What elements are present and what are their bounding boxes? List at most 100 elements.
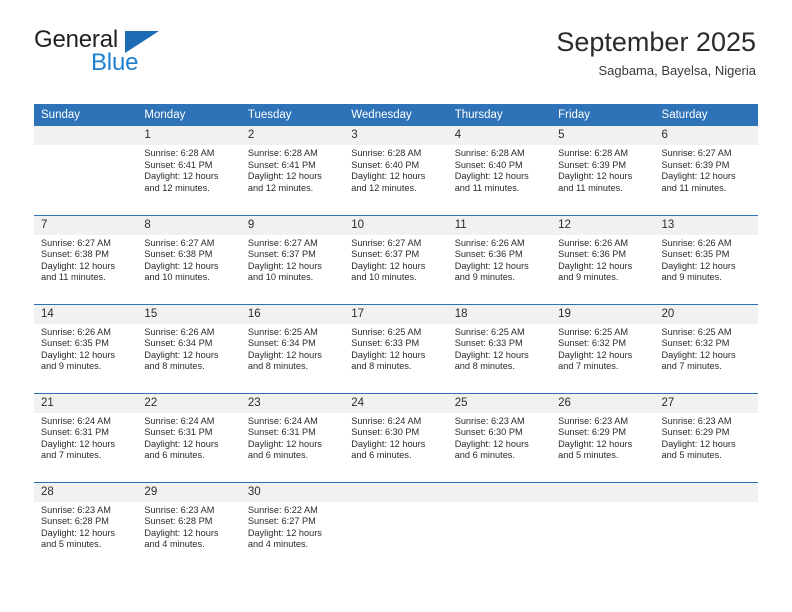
day-number: 18: [447, 304, 552, 324]
daylight-text: Daylight: 12 hours and 4 minutes.: [144, 527, 219, 550]
calendar-week-row: 7 Sunrise: 6:27 AM Sunset: 6:38 PM Daylight…: [34, 214, 758, 304]
calendar-day-cell[interactable]: 12 Sunrise: 6:26 AM Sunset: 6:36 PM Dayligh…: [551, 214, 655, 304]
day-details: Sunrise: 6:26 AM Sunset: 6:35 PM Daylight:…: [34, 324, 137, 373]
day-number: 11: [447, 215, 552, 235]
calendar-day-cell[interactable]: 5 Sunrise: 6:28 AM Sunset: 6:39 PM Daylight…: [551, 126, 655, 215]
day-details: Sunrise: 6:23 AM Sunset: 6:28 PM Daylight:…: [137, 502, 240, 551]
day-details: Sunrise: 6:24 AM Sunset: 6:31 PM Daylight:…: [241, 413, 344, 462]
day-details: Sunrise: 6:23 AM Sunset: 6:28 PM Daylight:…: [34, 502, 137, 551]
weekday-header-friday: Friday: [551, 104, 655, 126]
page-title: September 2025: [556, 27, 756, 57]
day-number: 26: [551, 393, 655, 413]
sunset-text: Sunset: 6:39 PM: [661, 159, 730, 170]
calendar-day-cell[interactable]: 30 Sunrise: 6:22 AM Sunset: 6:27 PM Dayligh…: [240, 481, 345, 571]
day-number: 20: [654, 304, 758, 324]
sunset-text: Sunset: 6:38 PM: [144, 249, 213, 260]
calendar-day-cell[interactable]: 9 Sunrise: 6:27 AM Sunset: 6:37 PM Daylight…: [240, 214, 345, 304]
daylight-text: Daylight: 12 hours and 9 minutes.: [41, 349, 116, 372]
calendar-day-cell[interactable]: 15 Sunrise: 6:26 AM Sunset: 6:34 PM Dayligh…: [137, 303, 241, 393]
day-number: 10: [344, 215, 448, 235]
day-number: 12: [551, 215, 655, 235]
calendar-day-cell[interactable]: 22 Sunrise: 6:24 AM Sunset: 6:31 PM Dayligh…: [137, 392, 241, 482]
daylight-text: Daylight: 12 hours and 6 minutes.: [351, 438, 426, 461]
day-details: Sunrise: 6:28 AM Sunset: 6:40 PM Daylight:…: [344, 145, 447, 194]
sunset-text: Sunset: 6:32 PM: [661, 338, 730, 349]
daylight-text: Daylight: 12 hours and 12 minutes.: [247, 171, 322, 193]
sunset-text: Sunset: 6:41 PM: [247, 159, 316, 170]
calendar-day-cell[interactable]: 23 Sunrise: 6:24 AM Sunset: 6:31 PM Dayligh…: [240, 392, 345, 482]
sunset-text: Sunset: 6:31 PM: [247, 427, 316, 438]
calendar-day-cell[interactable]: 8 Sunrise: 6:27 AM Sunset: 6:38 PM Daylight…: [137, 214, 241, 304]
day-number: [551, 482, 655, 502]
daylight-text: Daylight: 12 hours and 9 minutes.: [454, 260, 529, 283]
calendar-day-cell[interactable]: 2 Sunrise: 6:28 AM Sunset: 6:41 PM Daylight…: [240, 126, 345, 215]
calendar-day-cell[interactable]: 13 Sunrise: 6:26 AM Sunset: 6:35 PM Dayligh…: [654, 214, 758, 304]
calendar-day-cell[interactable]: 27 Sunrise: 6:23 AM Sunset: 6:29 PM Dayligh…: [654, 392, 758, 482]
calendar-day-cell[interactable]: 28 Sunrise: 6:23 AM Sunset: 6:28 PM Dayligh…: [34, 481, 138, 571]
daylight-text: Daylight: 12 hours and 11 minutes.: [41, 260, 116, 283]
day-number: 16: [240, 304, 345, 324]
sunset-text: Sunset: 6:40 PM: [351, 159, 420, 170]
daylight-text: Daylight: 12 hours and 10 minutes.: [144, 260, 219, 283]
daylight-text: Daylight: 12 hours and 7 minutes.: [41, 438, 116, 461]
day-number: 17: [344, 304, 448, 324]
calendar-day-cell[interactable]: 29 Sunrise: 6:23 AM Sunset: 6:28 PM Dayligh…: [137, 481, 241, 571]
calendar-day-cell[interactable]: 14 Sunrise: 6:26 AM Sunset: 6:35 PM Dayligh…: [34, 303, 138, 393]
daylight-text: Daylight: 12 hours and 8 minutes.: [454, 349, 529, 372]
day-details: Sunrise: 6:25 AM Sunset: 6:33 PM Daylight:…: [448, 324, 551, 373]
calendar-day-cell[interactable]: 21 Sunrise: 6:24 AM Sunset: 6:31 PM Dayligh…: [34, 392, 138, 482]
calendar-week-row: 21 Sunrise: 6:24 AM Sunset: 6:31 PM Dayligh…: [34, 392, 758, 482]
day-details: Sunrise: 6:26 AM Sunset: 6:36 PM Daylight:…: [448, 235, 551, 284]
day-number: [654, 482, 758, 502]
daylight-text: Daylight: 12 hours and 11 minutes.: [454, 171, 529, 193]
sunrise-text: Sunrise: 6:25 AM: [247, 326, 318, 337]
sunset-text: Sunset: 6:35 PM: [41, 338, 109, 349]
day-details: Sunrise: 6:23 AM Sunset: 6:30 PM Daylight:…: [448, 413, 551, 462]
calendar-day-cell-empty: [447, 481, 552, 571]
day-details: Sunrise: 6:24 AM Sunset: 6:31 PM Daylight:…: [137, 413, 240, 462]
sunrise-text: Sunrise: 6:27 AM: [351, 237, 422, 248]
calendar-day-cell[interactable]: 7 Sunrise: 6:27 AM Sunset: 6:38 PM Daylight…: [34, 214, 138, 304]
day-number: 27: [654, 393, 758, 413]
calendar-day-cell[interactable]: 3 Sunrise: 6:28 AM Sunset: 6:40 PM Daylight…: [344, 126, 448, 215]
day-number: 2: [240, 126, 345, 145]
calendar-day-cell[interactable]: 19 Sunrise: 6:25 AM Sunset: 6:32 PM Dayligh…: [551, 303, 655, 393]
calendar-day-cell-empty: [34, 126, 138, 215]
weekday-header-wednesday: Wednesday: [344, 104, 448, 126]
sunrise-text: Sunrise: 6:25 AM: [661, 326, 732, 337]
sunrise-text: Sunrise: 6:23 AM: [661, 415, 732, 426]
calendar-day-cell[interactable]: 16 Sunrise: 6:25 AM Sunset: 6:34 PM Dayligh…: [240, 303, 345, 393]
general-blue-logo[interactable]: General Blue: [34, 27, 234, 77]
daylight-text: Daylight: 12 hours and 10 minutes.: [247, 260, 322, 283]
calendar-day-cell[interactable]: 26 Sunrise: 6:23 AM Sunset: 6:29 PM Dayligh…: [551, 392, 655, 482]
day-number: 6: [654, 126, 758, 145]
sunrise-text: Sunrise: 6:24 AM: [351, 415, 422, 426]
day-number: 29: [137, 482, 241, 502]
calendar-day-cell[interactable]: 4 Sunrise: 6:28 AM Sunset: 6:40 PM Daylight…: [447, 126, 552, 215]
day-details: Sunrise: 6:27 AM Sunset: 6:38 PM Daylight:…: [34, 235, 137, 284]
sunset-text: Sunset: 6:34 PM: [247, 338, 316, 349]
sunset-text: Sunset: 6:37 PM: [351, 249, 420, 260]
sunset-text: Sunset: 6:36 PM: [558, 249, 627, 260]
calendar-day-cell[interactable]: 1 Sunrise: 6:28 AM Sunset: 6:41 PM Daylight…: [137, 126, 241, 215]
calendar-day-cell[interactable]: 18 Sunrise: 6:25 AM Sunset: 6:33 PM Dayligh…: [447, 303, 552, 393]
sunset-text: Sunset: 6:40 PM: [454, 159, 523, 170]
sunset-text: Sunset: 6:30 PM: [351, 427, 420, 438]
sunset-text: Sunset: 6:29 PM: [661, 427, 730, 438]
calendar-day-cell[interactable]: 17 Sunrise: 6:25 AM Sunset: 6:33 PM Dayligh…: [344, 303, 448, 393]
calendar-day-cell[interactable]: 20 Sunrise: 6:25 AM Sunset: 6:32 PM Dayligh…: [654, 303, 758, 393]
daylight-text: Daylight: 12 hours and 7 minutes.: [661, 349, 736, 372]
sunset-text: Sunset: 6:41 PM: [144, 159, 213, 170]
daylight-text: Daylight: 12 hours and 9 minutes.: [558, 260, 633, 283]
calendar-day-cell[interactable]: 10 Sunrise: 6:27 AM Sunset: 6:37 PM Dayligh…: [344, 214, 448, 304]
daylight-text: Daylight: 12 hours and 11 minutes.: [558, 171, 633, 193]
day-details: Sunrise: 6:26 AM Sunset: 6:35 PM Daylight:…: [655, 235, 758, 284]
calendar-day-cell[interactable]: 25 Sunrise: 6:23 AM Sunset: 6:30 PM Dayligh…: [447, 392, 552, 482]
calendar-day-cell[interactable]: 11 Sunrise: 6:26 AM Sunset: 6:36 PM Dayligh…: [447, 214, 552, 304]
day-number: 25: [447, 393, 552, 413]
day-details: Sunrise: 6:28 AM Sunset: 6:41 PM Daylight:…: [137, 145, 240, 194]
day-details: Sunrise: 6:25 AM Sunset: 6:34 PM Daylight:…: [241, 324, 344, 373]
calendar-day-cell[interactable]: 24 Sunrise: 6:24 AM Sunset: 6:30 PM Dayligh…: [344, 392, 448, 482]
calendar-day-cell[interactable]: 6 Sunrise: 6:27 AM Sunset: 6:39 PM Daylight…: [654, 126, 758, 215]
sunrise-text: Sunrise: 6:24 AM: [41, 415, 111, 426]
